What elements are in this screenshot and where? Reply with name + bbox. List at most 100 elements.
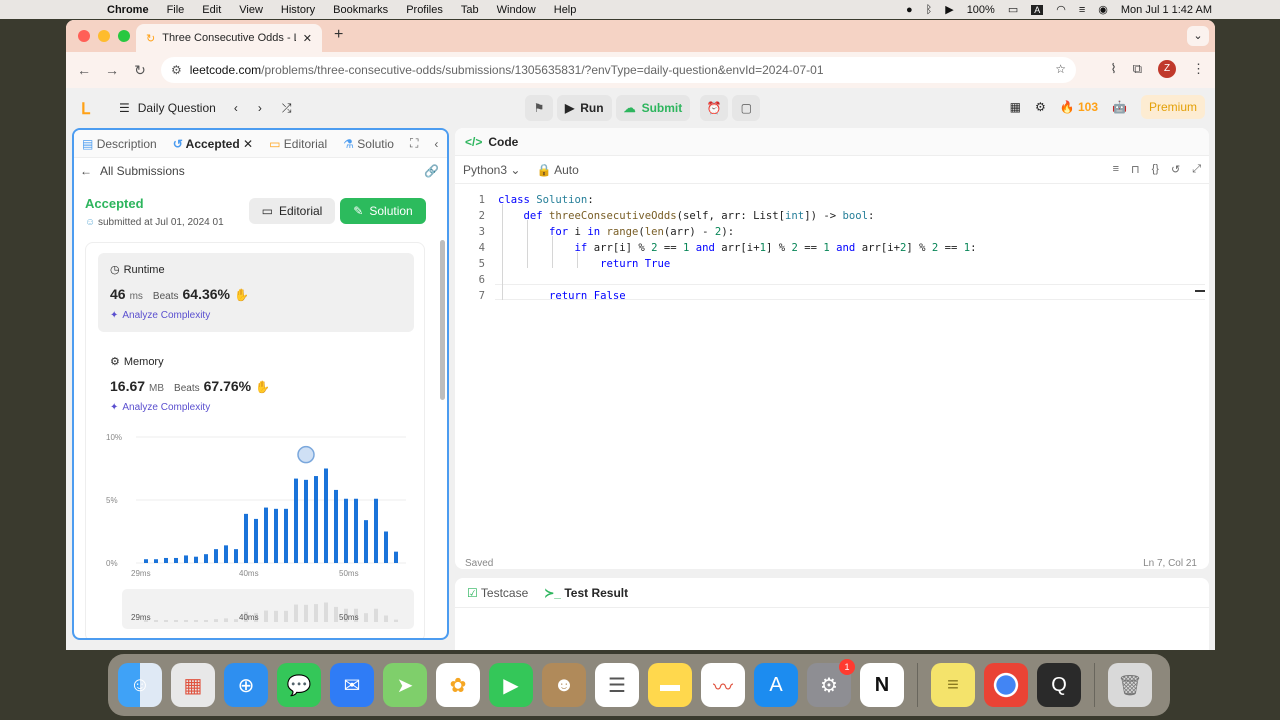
notes-icon[interactable]: ▢: [732, 95, 761, 121]
format-icon[interactable]: ≡: [1113, 163, 1119, 176]
menu-profiles[interactable]: Profiles: [406, 4, 443, 16]
system-settings-icon[interactable]: ⚙ 1: [807, 659, 855, 707]
shuffle-icon[interactable]: ⤮: [282, 101, 292, 116]
bookmark-icon[interactable]: ⊓: [1131, 163, 1140, 176]
quicktime-icon[interactable]: Q: [1037, 663, 1081, 707]
wifi-icon[interactable]: ◠: [1056, 3, 1066, 16]
freeform-icon[interactable]: 〰: [701, 663, 745, 707]
daily-question-link[interactable]: Daily Question: [138, 101, 216, 115]
premium-button[interactable]: Premium: [1140, 95, 1205, 119]
close-tab-icon[interactable]: ✕: [243, 137, 253, 151]
finder-icon[interactable]: ☺: [118, 663, 162, 707]
menu-view[interactable]: View: [239, 4, 263, 16]
next-problem-icon[interactable]: ›: [258, 101, 262, 115]
memory-distribution-chart[interactable]: 10% 5% 0% 29ms 40ms 50ms 29ms 40ms 50ms: [86, 423, 426, 640]
close-tab-icon[interactable]: ✕: [303, 32, 312, 45]
clock[interactable]: Mon Jul 1 1:42 AM: [1121, 4, 1212, 16]
maps-icon[interactable]: ➤: [383, 663, 427, 707]
close-window-button[interactable]: [78, 30, 90, 42]
profile-avatar[interactable]: Z: [1158, 60, 1176, 78]
chrome-icon[interactable]: [984, 663, 1028, 707]
record-icon[interactable]: ●: [906, 4, 913, 16]
tab-test-result[interactable]: ≻_ Test Result: [544, 586, 628, 600]
back-arrow-icon[interactable]: ←: [80, 164, 92, 178]
browser-tab[interactable]: ↻ Three Consecutive Odds - Le ✕: [136, 24, 322, 52]
trash-icon[interactable]: 🗑: [1108, 663, 1152, 707]
memory-box[interactable]: ⚙ Memory 16.67 MB Beats 67.76% ✋ ✦ Analyze…: [110, 355, 410, 414]
debug-icon[interactable]: ⚑: [525, 95, 553, 121]
new-tab-icon[interactable]: +: [334, 26, 343, 44]
control-center-icon[interactable]: ≡: [1079, 4, 1085, 16]
menu-tab[interactable]: Tab: [461, 4, 479, 16]
battery-icon[interactable]: ▭: [1008, 3, 1018, 16]
minimize-window-button[interactable]: [98, 30, 110, 42]
chart-extension-icon[interactable]: ⌇: [1110, 61, 1116, 77]
input-source-icon[interactable]: A: [1031, 4, 1044, 15]
contacts-icon[interactable]: ☻: [542, 663, 586, 707]
maximize-icon[interactable]: ⛶: [410, 136, 418, 151]
tab-testcase[interactable]: ☑ Testcase: [467, 586, 528, 600]
notes-icon[interactable]: ▬: [648, 663, 692, 707]
stickies-icon[interactable]: ≡: [931, 663, 975, 707]
solution-button[interactable]: ✎ Solution: [340, 198, 426, 224]
menu-file[interactable]: File: [167, 4, 185, 16]
extensions-icon[interactable]: ⧉: [1133, 61, 1142, 77]
back-icon[interactable]: ←: [70, 62, 98, 78]
reload-icon[interactable]: ↻: [126, 62, 154, 79]
runtime-analyze-link[interactable]: ✦ Analyze Complexity: [110, 310, 402, 321]
menu-window[interactable]: Window: [497, 4, 536, 16]
collapse-icon[interactable]: ‹: [434, 137, 438, 151]
code-tab[interactable]: Code: [488, 135, 518, 149]
safari-icon[interactable]: ⊕: [224, 663, 268, 707]
mail-icon[interactable]: ✉: [330, 663, 374, 707]
bluetooth-icon[interactable]: ᛒ: [926, 4, 933, 16]
menu-history[interactable]: History: [281, 4, 315, 16]
layout-icon[interactable]: ▦: [1010, 100, 1021, 114]
reset-icon[interactable]: ↺: [1171, 163, 1180, 176]
play-icon[interactable]: ▶: [945, 3, 953, 16]
tab-description[interactable]: ▤ Description: [82, 137, 157, 151]
fullscreen-icon[interactable]: ⤢: [1192, 163, 1201, 176]
launchpad-icon[interactable]: ▦: [171, 663, 215, 707]
link-icon[interactable]: 🔗: [424, 164, 439, 178]
siri-icon[interactable]: ◉: [1098, 3, 1108, 16]
runtime-box[interactable]: ◷ Runtime 46 ms Beats 64.36% ✋ ✦ Analyze C…: [98, 253, 414, 332]
tab-solutions[interactable]: ⚗ Solutio: [343, 137, 394, 151]
run-button[interactable]: ▶ Run: [557, 95, 612, 121]
menu-bookmarks[interactable]: Bookmarks: [333, 4, 388, 16]
notion-icon[interactable]: N: [860, 663, 904, 707]
address-bar[interactable]: ⚙ leetcode.com/problems/three-consecutiv…: [161, 57, 1076, 83]
submit-button[interactable]: ☁ Submit: [615, 95, 691, 121]
photos-icon[interactable]: ✿: [436, 663, 480, 707]
tab-editorial[interactable]: ▭ Editorial: [269, 137, 327, 151]
settings-icon[interactable]: ⚙: [1035, 100, 1046, 114]
language-select[interactable]: Python3 ⌄: [463, 163, 520, 177]
messages-icon[interactable]: 💬: [277, 663, 321, 707]
leetcode-logo-icon[interactable]: ᒪ: [81, 99, 99, 118]
reminders-icon[interactable]: ☰: [595, 663, 639, 707]
menu-edit[interactable]: Edit: [202, 4, 221, 16]
more-menu-icon[interactable]: ⋮: [1192, 61, 1205, 77]
auto-mode[interactable]: 🔒 Auto: [536, 163, 578, 177]
menu-app-name[interactable]: Chrome: [107, 4, 149, 16]
prev-problem-icon[interactable]: ‹: [234, 101, 238, 115]
tab-accepted[interactable]: ↺ Accepted ✕: [173, 137, 253, 151]
alarm-icon[interactable]: ⏰: [700, 95, 729, 121]
list-icon[interactable]: ☰: [119, 101, 130, 115]
all-submissions-link[interactable]: All Submissions: [100, 164, 185, 178]
robot-avatar-icon[interactable]: 🤖: [1112, 100, 1127, 114]
memory-analyze-link[interactable]: ✦ Analyze Complexity: [110, 402, 410, 413]
menu-help[interactable]: Help: [554, 4, 577, 16]
app-store-icon[interactable]: A: [754, 663, 798, 707]
left-scrollbar[interactable]: [440, 240, 445, 400]
facetime-icon[interactable]: ▶: [489, 663, 533, 707]
bookmark-star-icon[interactable]: ☆: [1055, 62, 1066, 76]
streak-counter[interactable]: 🔥 103: [1060, 100, 1098, 114]
forward-icon[interactable]: →: [98, 62, 126, 78]
site-info-icon[interactable]: ⚙: [171, 63, 182, 77]
zoom-window-button[interactable]: [118, 30, 130, 42]
editorial-button[interactable]: ▭ Editorial: [249, 198, 335, 224]
code-editor[interactable]: 1 2 3 4 5 6 7 class Solution: def threeC…: [455, 186, 1209, 556]
tab-search-icon[interactable]: ⌄: [1187, 26, 1209, 46]
braces-icon[interactable]: {}: [1152, 163, 1159, 176]
